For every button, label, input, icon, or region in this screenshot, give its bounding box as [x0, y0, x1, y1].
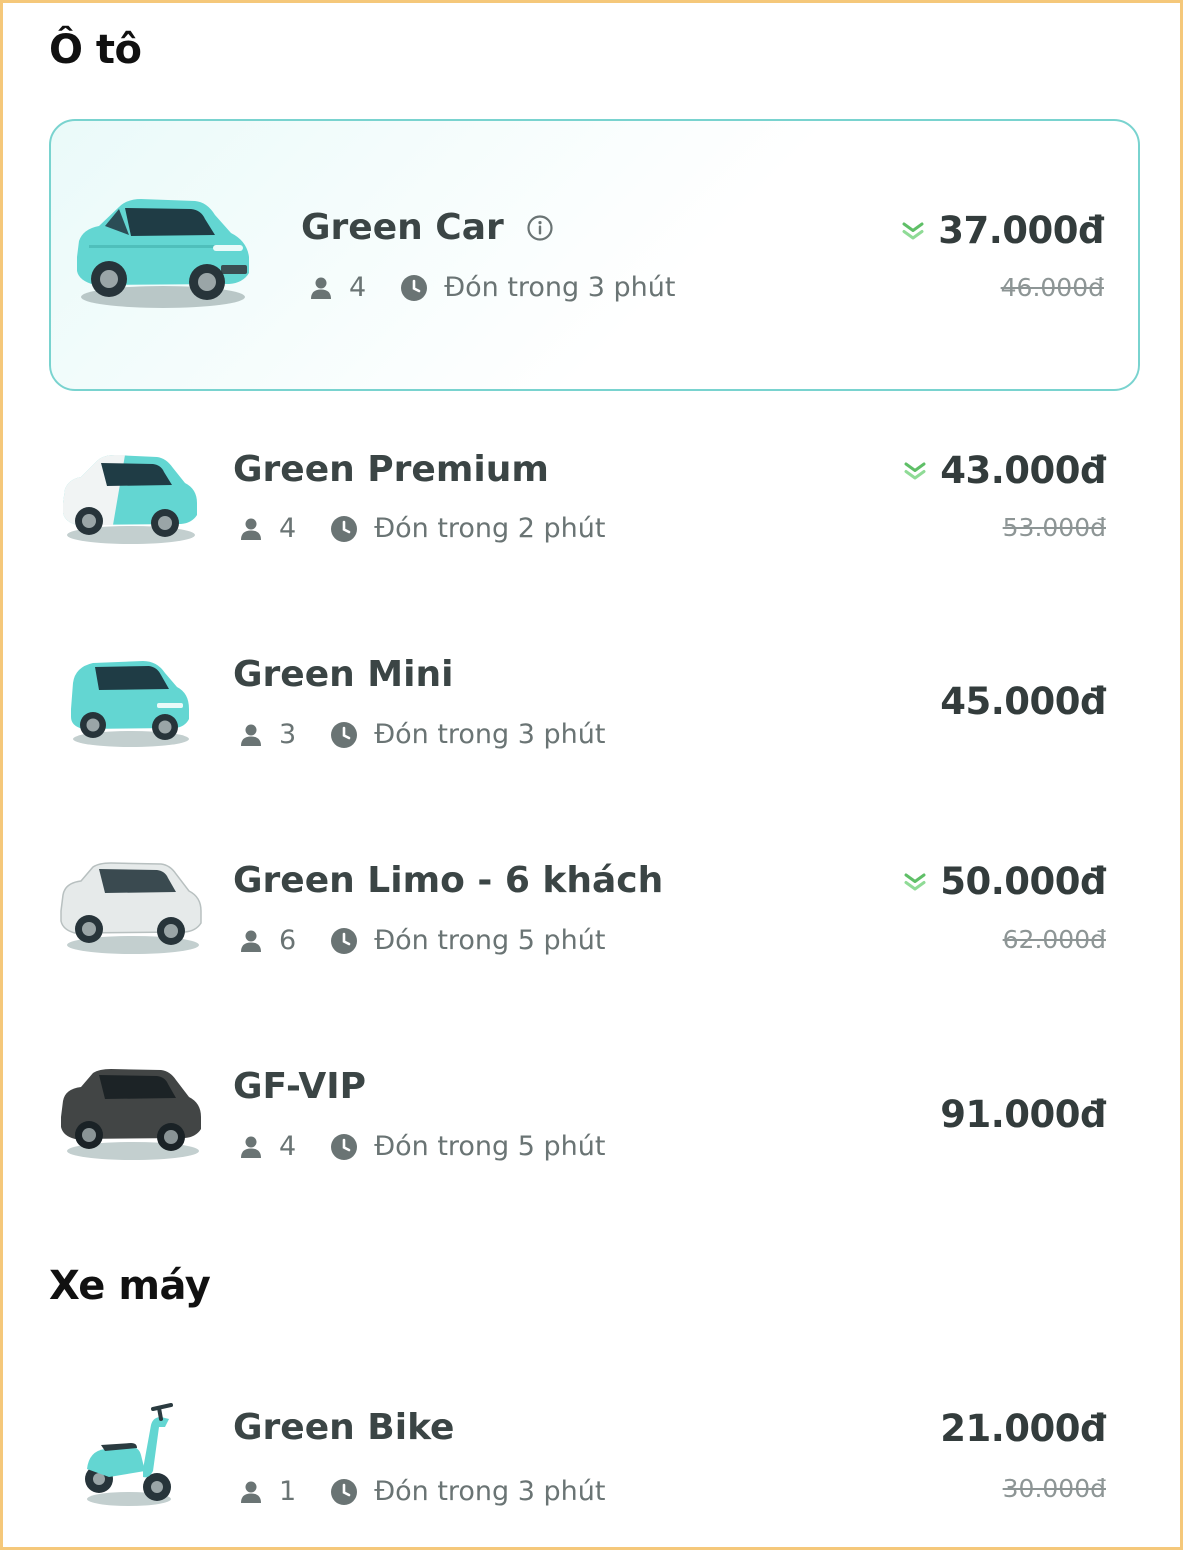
- teal-scooter-icon: [85, 1403, 173, 1506]
- person-icon: [241, 724, 261, 746]
- clock-icon: [331, 1478, 358, 1505]
- ride-option-title: Green Mini: [233, 654, 453, 695]
- black-suv-car-icon: [61, 1069, 201, 1160]
- ride-option-green-premium[interactable]: Green Premium 4 Đón trong 2 phút 43.000đ…: [49, 423, 1140, 593]
- seat-count: 6: [279, 925, 297, 956]
- ride-option-meta: 4 Đón trong 5 phút: [237, 1131, 605, 1162]
- price: 21.000đ: [940, 1407, 1106, 1450]
- clock-icon: [331, 721, 358, 748]
- price-line: 37.000đ: [900, 209, 1104, 252]
- clock-icon: [401, 274, 428, 301]
- seat-count: 4: [279, 513, 297, 544]
- price: 91.000đ: [940, 1093, 1106, 1136]
- ride-option-title: Green Limo - 6 khách: [233, 860, 663, 901]
- ride-option-name: Green Bike: [233, 1407, 455, 1448]
- ride-option-title: Green Car: [301, 207, 554, 248]
- section-title-motorbike: Xe máy: [49, 1263, 211, 1309]
- double-chevron-down-icon: [904, 873, 926, 890]
- white-suv-car-icon: [60, 862, 202, 954]
- ride-option-title: GF-VIP: [233, 1066, 366, 1107]
- ride-option-meta: 4 Đón trong 2 phút: [237, 513, 605, 544]
- teal-white-suv-car-icon: [63, 455, 197, 544]
- price: 37.000đ: [938, 209, 1104, 252]
- ride-option-green-mini[interactable]: Green Mini 3 Đón trong 3 phút 45.000đ: [49, 629, 1140, 799]
- ride-option-meta: 4 Đón trong 3 phút: [307, 272, 675, 303]
- seat-count: 3: [279, 719, 297, 750]
- ride-option-green-limo[interactable]: Green Limo - 6 khách 6 Đón trong 5 phút …: [49, 835, 1140, 1005]
- seat-count: 4: [279, 1131, 297, 1162]
- double-chevron-down-icon: [904, 462, 926, 479]
- ride-option-meta: 1 Đón trong 3 phút: [237, 1476, 605, 1507]
- original-price: 62.000đ: [1002, 925, 1106, 954]
- ride-option-gf-vip[interactable]: GF-VIP 4 Đón trong 5 phút 91.000đ: [49, 1041, 1140, 1211]
- ride-options-panel: Ô tô Green Car 4 Đón trong 3 phút 37.000…: [0, 0, 1183, 1550]
- person-icon: [241, 930, 261, 952]
- ride-option-green-bike[interactable]: Green Bike 1 Đón trong 3 phút 21.000đ 30…: [49, 1383, 1140, 1533]
- seat-count: 4: [349, 272, 367, 303]
- teal-suv-car-icon: [77, 199, 249, 308]
- original-price: 46.000đ: [1000, 273, 1104, 302]
- price: 43.000đ: [940, 449, 1106, 492]
- ride-option-green-car[interactable]: Green Car 4 Đón trong 3 phút 37.000đ 46.…: [49, 119, 1140, 391]
- price: 45.000đ: [940, 680, 1106, 723]
- seat-count: 1: [279, 1476, 297, 1507]
- ride-option-name: GF-VIP: [233, 1066, 366, 1107]
- double-chevron-down-icon: [902, 222, 924, 239]
- clock-icon: [331, 515, 358, 542]
- original-price: 30.000đ: [1002, 1474, 1106, 1503]
- pickup-eta: Đón trong 3 phút: [374, 1476, 606, 1507]
- price-line: 91.000đ: [940, 1093, 1106, 1136]
- original-price: 53.000đ: [1002, 513, 1106, 542]
- price-line: 43.000đ: [902, 449, 1106, 492]
- clock-icon: [331, 927, 358, 954]
- ride-option-name: Green Car: [301, 207, 504, 248]
- price-line: 50.000đ: [902, 860, 1106, 903]
- pickup-eta: Đón trong 2 phút: [374, 513, 606, 544]
- ride-option-name: Green Mini: [233, 654, 454, 695]
- pickup-eta: Đón trong 3 phút: [444, 272, 676, 303]
- ride-option-meta: 3 Đón trong 3 phút: [237, 719, 605, 750]
- price-line: 45.000đ: [940, 680, 1106, 723]
- section-title-car: Ô tô: [49, 27, 142, 73]
- person-icon: [241, 518, 261, 540]
- person-icon: [241, 1136, 261, 1158]
- person-icon: [241, 1481, 261, 1503]
- pickup-eta: Đón trong 5 phút: [374, 925, 606, 956]
- price-line: 21.000đ: [940, 1407, 1106, 1450]
- person-icon: [311, 277, 331, 299]
- ride-option-title: Green Premium: [233, 449, 549, 490]
- price: 50.000đ: [940, 860, 1106, 903]
- ride-option-title: Green Bike: [233, 1407, 454, 1448]
- info-icon[interactable]: [526, 214, 554, 242]
- ride-option-name: Green Premium: [233, 449, 549, 490]
- pickup-eta: Đón trong 5 phút: [374, 1131, 606, 1162]
- ride-option-name: Green Limo - 6 khách: [233, 860, 664, 901]
- pickup-eta: Đón trong 3 phút: [374, 719, 606, 750]
- ride-option-meta: 6 Đón trong 5 phút: [237, 925, 605, 956]
- clock-icon: [331, 1133, 358, 1160]
- teal-mini-car-icon: [71, 661, 189, 747]
